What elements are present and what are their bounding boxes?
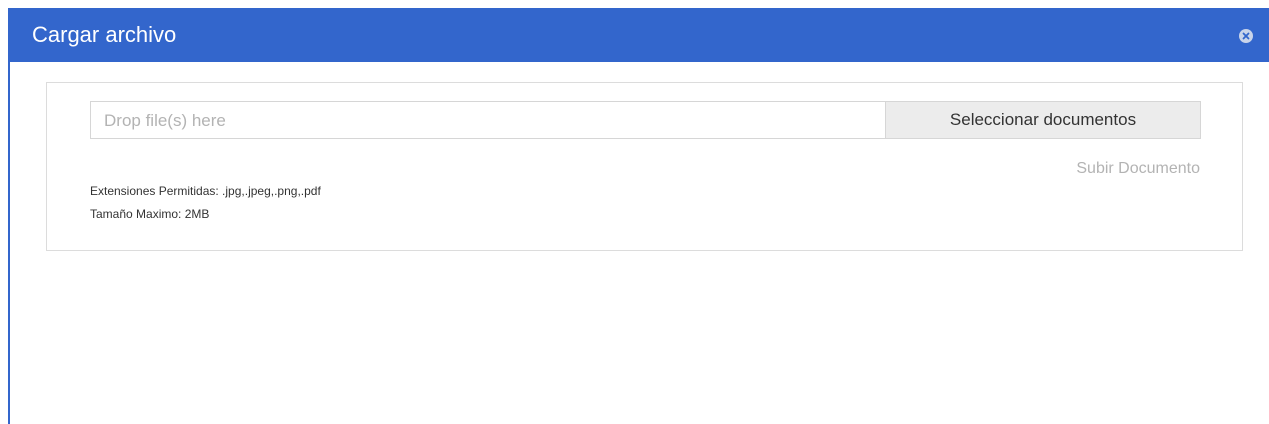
dialog-title: Cargar archivo xyxy=(32,22,177,47)
max-size-text: Tamaño Maximo: 2MB xyxy=(90,207,210,221)
allowed-extensions-text: Extensiones Permitidas: .jpg,.jpeg,.png,… xyxy=(90,184,321,198)
upload-panel: Drop file(s) here Seleccionar documentos… xyxy=(46,82,1243,251)
upload-dialog: Cargar archivo Drop file(s) here Selecci… xyxy=(8,8,1269,424)
file-drop-zone[interactable]: Drop file(s) here xyxy=(90,101,887,139)
select-documents-button[interactable]: Seleccionar documentos xyxy=(885,101,1201,139)
dialog-titlebar: Cargar archivo xyxy=(8,8,1269,62)
close-icon[interactable] xyxy=(1239,29,1253,43)
drop-zone-placeholder: Drop file(s) here xyxy=(104,111,226,130)
upload-document-button[interactable]: Subir Documento xyxy=(1076,159,1200,179)
